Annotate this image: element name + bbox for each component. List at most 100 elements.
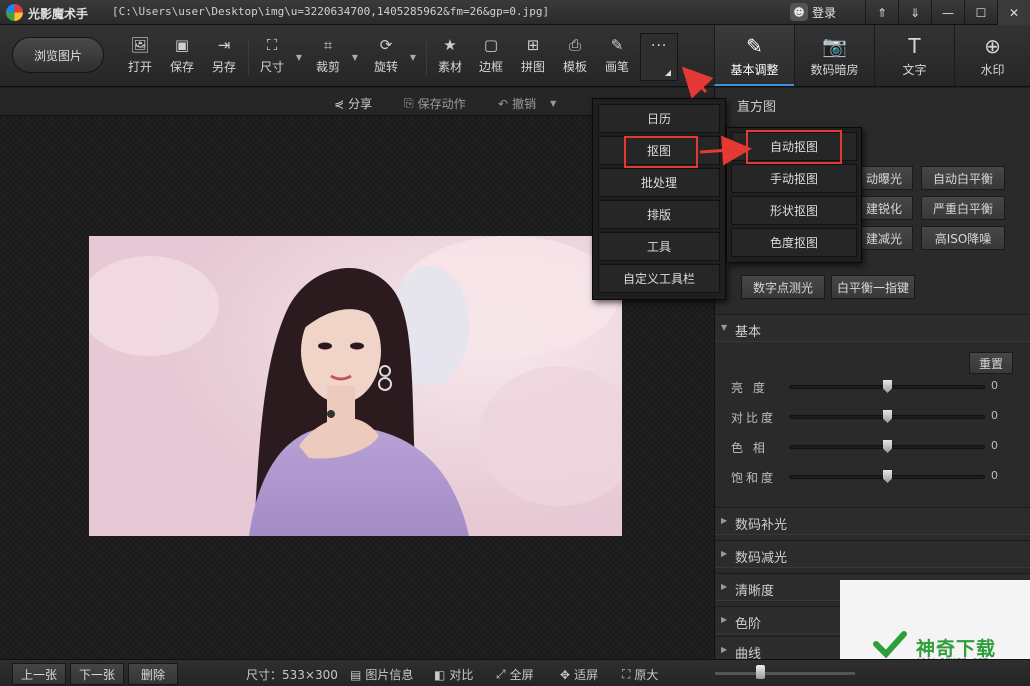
text-icon: T: [908, 34, 921, 58]
save-button[interactable]: ▣ 保存: [162, 35, 202, 79]
save-label: 保存: [169, 60, 194, 74]
high-iso-denoise-button[interactable]: 高ISO降噪: [921, 226, 1005, 250]
compare-button[interactable]: ◧ 对比: [434, 666, 473, 683]
saturation-thumb[interactable]: [883, 470, 892, 483]
open-icon: 🖼: [130, 36, 150, 54]
zoom-slider-thumb[interactable]: [756, 665, 765, 679]
more-tools-button[interactable]: ···: [640, 33, 678, 81]
collapse-icon: ▶: [721, 615, 728, 624]
title-bar: 光影魔术手 [C:\Users\user\Desktop\img\u=32206…: [0, 0, 1030, 25]
previous-image-button[interactable]: 上一张: [12, 663, 66, 685]
saturation-label: 饱和度: [731, 471, 777, 485]
image-info-button[interactable]: ▤ 图片信息: [350, 666, 413, 683]
save-action-button[interactable]: ⎘ 保存动作: [404, 95, 466, 112]
minimize-button[interactable]: —: [931, 0, 964, 25]
tab-basic-adjust[interactable]: ✎ 基本调整: [714, 25, 794, 86]
saturation-slider[interactable]: [789, 470, 985, 483]
menu-item-layout[interactable]: 排版: [598, 200, 720, 229]
auto-exposure-button[interactable]: 动曝光: [855, 166, 913, 190]
photo-preview[interactable]: [89, 236, 622, 536]
menu-item-custom-toolbar[interactable]: 自定义工具栏: [598, 264, 720, 293]
fit-screen-button[interactable]: ✥ 适屏: [560, 666, 598, 683]
material-button[interactable]: ★ 素材: [430, 35, 470, 79]
rotate-label: 旋转: [373, 60, 398, 74]
menu-item-chroma-cutout[interactable]: 色度抠图: [731, 228, 857, 257]
crop-dropdown-icon[interactable]: ▼: [352, 53, 358, 62]
maximize-button[interactable]: ☐: [964, 0, 997, 25]
fullscreen-button[interactable]: ⤢ 全屏: [496, 666, 534, 683]
zoom-slider[interactable]: [715, 672, 855, 675]
section-basic[interactable]: ▼ 基本: [715, 314, 1030, 342]
section-digital-reduce-light-label: 数码减光: [735, 551, 788, 566]
resize-button[interactable]: ⛶ 尺寸 ▼: [252, 35, 302, 79]
open-button[interactable]: 🖼 打开: [120, 35, 160, 79]
menu-item-shape-cutout[interactable]: 形状抠图: [731, 196, 857, 225]
original-size-button[interactable]: ⛶ 原大: [622, 666, 658, 683]
border-label: 边框: [478, 60, 503, 74]
auto-white-balance-button[interactable]: 自动白平衡: [921, 166, 1005, 190]
rotate-button[interactable]: ⟳ 旋转 ▼: [366, 35, 416, 79]
tab-watermark-label: 水印: [980, 63, 1005, 77]
close-button[interactable]: ✕: [997, 0, 1030, 25]
severe-white-balance-button[interactable]: 严重白平衡: [921, 196, 1005, 220]
hue-slider[interactable]: [789, 440, 985, 453]
delete-button[interactable]: 删除: [128, 663, 178, 685]
menu-item-tools[interactable]: 工具: [598, 232, 720, 261]
menu-item-manual-cutout[interactable]: 手动抠图: [731, 164, 857, 193]
next-image-button[interactable]: 下一张: [70, 663, 124, 685]
brush-label: 画笔: [604, 60, 629, 74]
brush-button[interactable]: ✎ 画笔: [597, 35, 637, 79]
menu-button[interactable]: ⇓: [898, 0, 931, 25]
digital-spot-metering-button[interactable]: 数字点测光: [741, 275, 825, 299]
save-as-button[interactable]: ⇥ 另存: [204, 35, 244, 79]
contrast-slider[interactable]: [789, 410, 985, 423]
one-click-sharpen-button[interactable]: 建锐化: [855, 196, 913, 220]
one-click-reduce-light-button[interactable]: 建减光: [855, 226, 913, 250]
saturation-slider-row: 饱和度 0: [731, 467, 1021, 487]
login-button[interactable]: ☻ 登录: [790, 3, 836, 21]
brightness-slider[interactable]: [789, 380, 985, 393]
menu-item-batch[interactable]: 批处理: [598, 168, 720, 197]
compare-label: 对比: [449, 668, 474, 682]
section-digital-fill-light[interactable]: ▶ 数码补光: [715, 507, 1030, 535]
section-clarity-label: 清晰度: [735, 584, 775, 599]
border-button[interactable]: ▢ 边框: [471, 35, 511, 79]
collapse-icon: ▶: [721, 582, 728, 591]
rotate-dropdown-icon[interactable]: ▼: [410, 53, 416, 62]
section-digital-fill-light-label: 数码补光: [735, 518, 788, 533]
section-digital-reduce-light[interactable]: ▶ 数码减光: [715, 540, 1030, 568]
tab-darkroom[interactable]: 📷 数码暗房: [794, 25, 874, 86]
app-name: 光影魔术手: [28, 7, 89, 21]
collapse-icon: ▶: [721, 549, 728, 558]
toolbar-divider: [248, 39, 249, 75]
material-label: 素材: [437, 60, 462, 74]
hue-thumb[interactable]: [883, 440, 892, 453]
saturation-value: 0: [991, 469, 998, 482]
skin-button[interactable]: ⇑: [865, 0, 898, 25]
template-button[interactable]: ⎙ 模板: [555, 35, 595, 79]
menu-item-calendar[interactable]: 日历: [598, 104, 720, 133]
share-icon: ⋞: [334, 96, 345, 111]
watermark-icon: ⊕: [984, 34, 1001, 58]
tab-text-label: 文字: [902, 63, 927, 77]
brightness-value: 0: [991, 379, 998, 392]
collage-button[interactable]: ⊞ 拼图: [513, 35, 553, 79]
share-button[interactable]: ⋞ 分享: [334, 95, 372, 112]
more-tools-menu: 日历 抠图 批处理 排版 工具 自定义工具栏: [592, 98, 726, 300]
save-as-label: 另存: [211, 60, 236, 74]
info-icon: ▤: [350, 667, 362, 682]
undo-button[interactable]: ↶ 撤销 ▼: [498, 95, 556, 112]
browse-images-button[interactable]: 浏览图片: [12, 37, 104, 73]
tab-watermark[interactable]: ⊕ 水印: [954, 25, 1030, 86]
undo-dropdown-icon[interactable]: ▼: [550, 99, 556, 108]
crop-button[interactable]: ⌗ 裁剪 ▼: [308, 35, 358, 79]
reset-button[interactable]: 重置: [969, 352, 1013, 374]
resize-dropdown-icon[interactable]: ▼: [296, 53, 302, 62]
basic-adjust-icon: ✎: [746, 34, 763, 58]
contrast-thumb[interactable]: [883, 410, 892, 423]
tab-text[interactable]: T 文字: [874, 25, 954, 86]
brightness-thumb[interactable]: [883, 380, 892, 393]
expand-icon: ▼: [721, 323, 728, 332]
white-balance-one-click-button[interactable]: 白平衡一指键: [831, 275, 915, 299]
watermark-logo-icon: [873, 631, 907, 659]
